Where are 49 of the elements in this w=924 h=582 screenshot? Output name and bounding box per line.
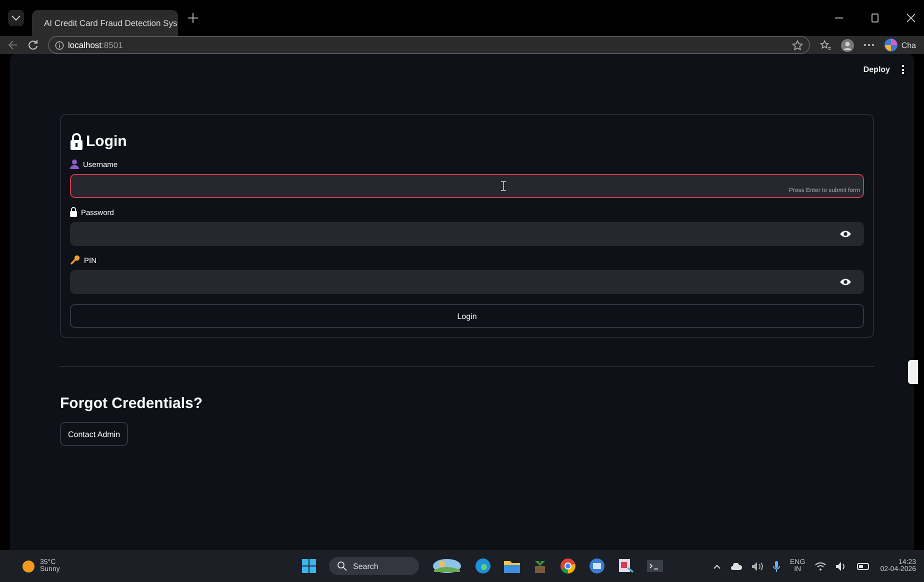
search-field[interactable]: Search <box>329 557 419 575</box>
plant-icon[interactable] <box>533 559 547 573</box>
terminal-icon[interactable] <box>647 560 663 572</box>
copilot-icon[interactable] <box>884 38 898 52</box>
deploy-button[interactable]: Deploy <box>863 65 890 74</box>
chevron-down-icon <box>11 15 21 21</box>
sun-icon <box>22 560 35 572</box>
password-field[interactable] <box>70 222 864 246</box>
close-icon[interactable] <box>906 13 916 23</box>
image-editor-icon[interactable] <box>618 558 634 574</box>
profile-icon[interactable] <box>841 38 854 52</box>
address-bar[interactable]: localhost:8501 <box>48 36 810 54</box>
tab-title: AI Credit Card Fraud Detection Sys <box>44 18 178 28</box>
back-icon[interactable] <box>8 40 18 50</box>
star-icon[interactable] <box>792 40 804 50</box>
info-icon <box>55 40 64 50</box>
restore-icon[interactable] <box>870 13 880 23</box>
browser-tab[interactable]: AI Credit Card Fraud Detection Sys <box>32 10 178 36</box>
section-heading: Forgot Credentials? <box>60 395 203 412</box>
form-title: Login <box>86 133 127 150</box>
person-icon <box>70 159 79 169</box>
speaker-icon[interactable] <box>752 562 764 570</box>
login-button[interactable]: Login <box>70 304 864 328</box>
chevron-up-icon[interactable] <box>713 564 722 568</box>
new-tab-icon[interactable] <box>188 13 198 23</box>
key-icon <box>70 255 80 265</box>
reload-icon[interactable] <box>28 40 38 50</box>
battery-icon[interactable] <box>857 562 870 570</box>
contact-admin-button[interactable]: Contact Admin <box>60 422 128 446</box>
speaker-icon[interactable] <box>836 562 848 570</box>
landscape-icon[interactable] <box>432 558 462 574</box>
text-cursor-icon <box>501 181 506 191</box>
cloud-icon[interactable] <box>731 562 742 570</box>
windows-start-icon[interactable] <box>302 559 316 573</box>
eye-icon[interactable] <box>840 278 851 286</box>
search-icon <box>337 561 347 571</box>
chrome-icon[interactable] <box>560 558 576 574</box>
microphone-icon[interactable] <box>773 560 780 572</box>
tab-list-button[interactable] <box>8 10 24 26</box>
favorites-icon[interactable] <box>820 40 832 50</box>
wifi-icon[interactable] <box>815 562 826 570</box>
folder-icon[interactable] <box>504 559 520 573</box>
lock-icon <box>70 207 77 217</box>
browser-icon[interactable] <box>475 558 491 574</box>
password-field[interactable] <box>70 270 864 294</box>
app-icon[interactable] <box>589 558 605 574</box>
lock-icon <box>70 133 83 150</box>
eye-icon[interactable] <box>840 230 851 238</box>
copilot-label[interactable]: Cha <box>901 40 916 50</box>
